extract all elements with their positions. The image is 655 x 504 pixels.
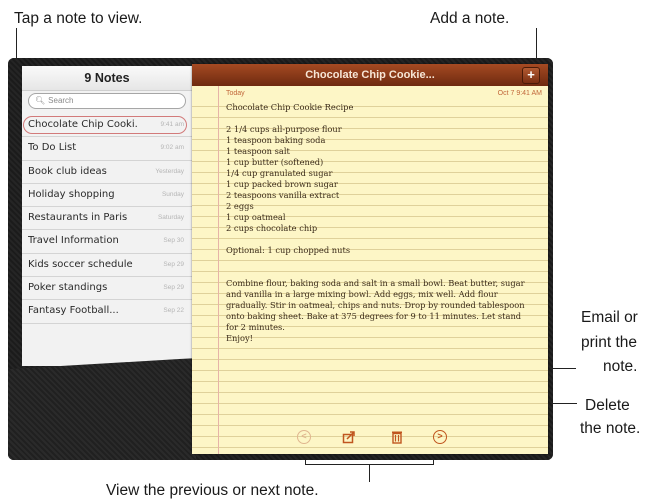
callout-email-print-1: Email or <box>581 309 638 326</box>
previous-arrow-icon: < <box>301 431 307 441</box>
next-note-button[interactable]: > <box>433 430 447 444</box>
note-body-text[interactable]: Chocolate Chip Cookie Recipe 2 1/4 cups … <box>226 102 532 344</box>
notes-sidebar: 9 Notes 🔍︎ Search Chocolate Chip Cooki...… <box>22 66 193 366</box>
callout-email-print-2: print the <box>581 334 638 351</box>
note-time: 9:02 am <box>160 144 185 152</box>
share-icon <box>342 431 355 444</box>
previous-note-button[interactable]: < <box>297 430 311 444</box>
search-placeholder: Search <box>48 96 74 105</box>
note-date-right: Oct 7 9:41 AM <box>497 90 542 97</box>
search-icon: 🔍︎ <box>35 96 46 105</box>
note-time: Saturday <box>157 214 184 222</box>
note-title: To Do List <box>28 142 77 154</box>
notes-app-window: 9 Notes 🔍︎ Search Chocolate Chip Cooki...… <box>8 58 553 460</box>
note-list-item[interactable]: Travel Information Sep 30 <box>22 230 192 254</box>
callout-email-print-3: note. <box>603 358 638 375</box>
note-time: Sep 29 <box>163 260 184 268</box>
note-list-item[interactable]: Book club ideas Yesterday <box>22 161 192 184</box>
margin-line <box>218 86 219 454</box>
note-title: Fantasy Football... <box>28 305 119 317</box>
note-list-item[interactable]: To Do List 9:02 am <box>22 137 192 161</box>
trash-icon <box>392 431 402 444</box>
delete-button[interactable] <box>389 430 405 446</box>
note-toolbar: < > <box>192 428 548 450</box>
callout-tap-note: Tap a note to view. <box>14 10 143 27</box>
note-list-item[interactable]: Restaurants in Paris Saturday <box>22 207 192 231</box>
note-list-item[interactable]: Poker standings Sep 29 <box>22 277 192 301</box>
note-list-item[interactable]: Kids soccer schedule Sep 29 <box>22 254 192 278</box>
note-title: Chocolate Chip Cooki... <box>28 119 138 130</box>
share-button[interactable] <box>341 430 357 446</box>
note-title: Holiday shopping <box>28 188 115 200</box>
note-time: Yesterday <box>155 167 184 175</box>
note-time: Sep 29 <box>163 284 184 292</box>
callout-delete-1: Delete <box>585 397 630 414</box>
note-time: Sep 22 <box>163 307 184 315</box>
note-title: Book club ideas <box>28 165 107 177</box>
notes-count-title: 9 Notes <box>22 66 192 91</box>
note-time: 9:41 am <box>160 121 185 128</box>
note-pad: Chocolate Chip Cookie... + Today Oct 7 9… <box>192 64 548 454</box>
note-time: Sunday <box>161 190 184 198</box>
note-header: Chocolate Chip Cookie... + <box>192 64 548 86</box>
note-time: Sep 30 <box>163 237 184 245</box>
leather-pocket <box>8 358 196 460</box>
note-title: Kids soccer schedule <box>28 258 133 270</box>
search-field[interactable]: 🔍︎ Search <box>28 93 186 109</box>
note-list-item[interactable]: Chocolate Chip Cooki... 9:41 am <box>22 114 192 138</box>
callout-add-note: Add a note. <box>430 10 510 27</box>
leader-nav-stem <box>369 464 370 482</box>
note-list-item[interactable]: Holiday shopping Sunday <box>22 184 192 208</box>
callout-prev-next: View the previous or next note. <box>106 482 319 499</box>
add-note-button[interactable]: + <box>522 67 540 84</box>
note-header-title: Chocolate Chip Cookie... <box>305 69 435 81</box>
callout-delete-2: the note. <box>580 420 641 437</box>
note-list: Chocolate Chip Cooki... 9:41 am To Do Li… <box>22 114 192 324</box>
note-list-item[interactable]: Fantasy Football... Sep 22 <box>22 300 192 324</box>
note-title: Poker standings <box>28 282 108 294</box>
next-arrow-icon: > <box>437 431 443 441</box>
note-date-left: Today <box>226 90 245 97</box>
note-title: Restaurants in Paris <box>28 212 128 224</box>
note-title: Travel Information <box>28 235 119 247</box>
note-date-row: Today Oct 7 9:41 AM <box>226 90 542 97</box>
